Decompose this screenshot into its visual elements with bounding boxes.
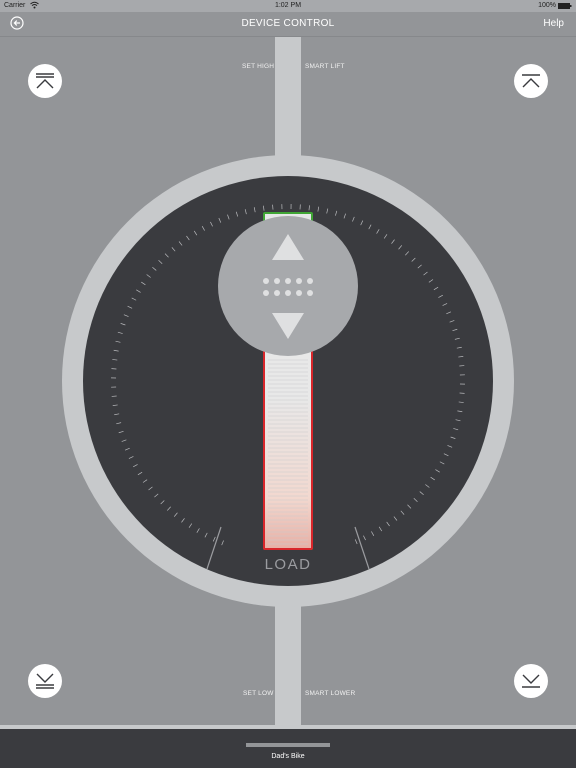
set-low-button[interactable] — [28, 664, 62, 698]
lower-to-bottom-icon — [36, 673, 54, 689]
device-dial — [0, 37, 576, 729]
smart-lower-icon — [522, 674, 540, 688]
smart-lift-label[interactable]: SMART LIFT — [305, 63, 345, 70]
smart-lift-button[interactable] — [514, 64, 548, 98]
smart-lower-button[interactable] — [514, 664, 548, 698]
smart-lift-icon — [522, 74, 540, 88]
load-label: LOAD — [264, 556, 312, 573]
drawer-handle[interactable] — [246, 743, 330, 747]
raise-to-top-icon — [36, 73, 54, 89]
device-name: Dad's Bike — [271, 753, 305, 760]
set-high-button[interactable] — [28, 64, 62, 98]
device-footer[interactable]: Dad's Bike — [0, 729, 576, 768]
set-low-label[interactable]: SET LOW — [243, 690, 274, 697]
set-high-label[interactable]: SET HIGH — [242, 63, 274, 70]
smart-lower-label[interactable]: SMART LOWER — [305, 690, 355, 697]
